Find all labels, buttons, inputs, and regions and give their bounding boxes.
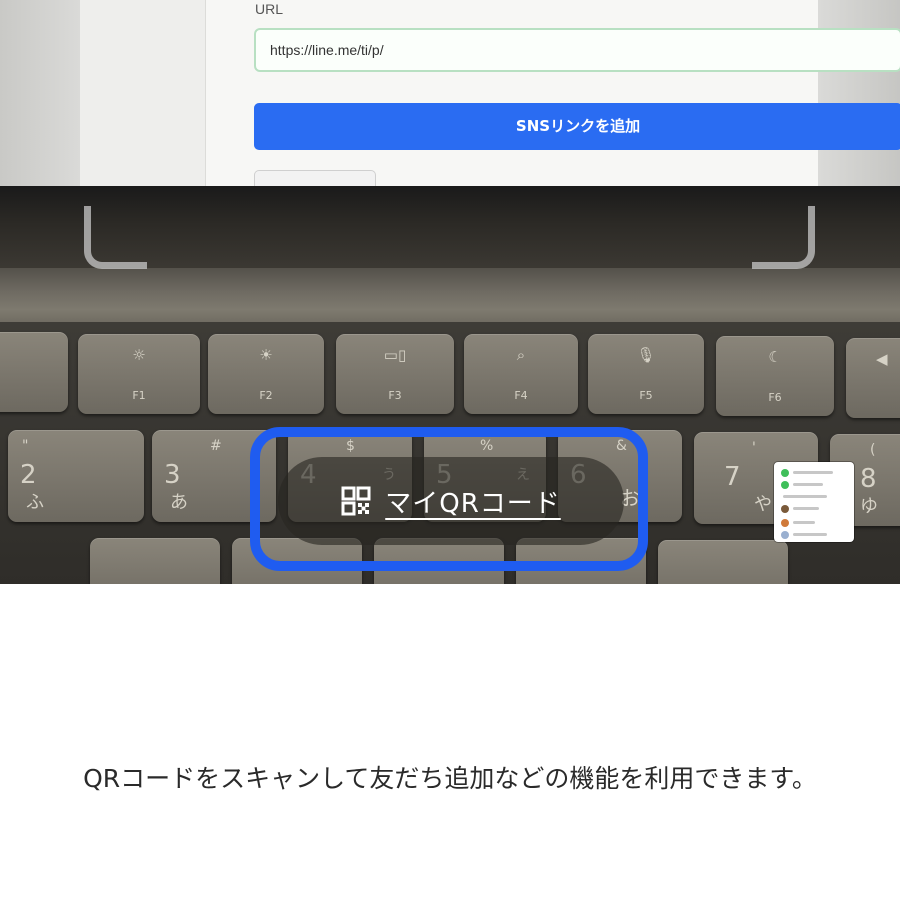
- thumb-avatar-4: [781, 519, 789, 527]
- thumb-line-1: [793, 471, 833, 474]
- thumb-line-4: [793, 507, 819, 510]
- recent-photo-thumbnail[interactable]: [774, 462, 854, 542]
- my-qr-code-button[interactable]: マイQRコード: [278, 457, 624, 545]
- thumb-line-6: [793, 533, 827, 536]
- thumb-avatar-1: [781, 469, 789, 477]
- thumb-line-3: [783, 495, 827, 498]
- scan-description: QRコードをスキャンして友だち追加などの機能を利用できます。: [83, 764, 817, 793]
- thumb-line-2: [793, 483, 823, 486]
- qr-code-icon: [341, 486, 371, 516]
- scan-frame-corner-bottom-right: [752, 206, 815, 269]
- thumb-avatar-3: [781, 505, 789, 513]
- thumb-avatar-2: [781, 481, 789, 489]
- thumb-avatar-5: [781, 531, 789, 539]
- scan-frame-corner-bottom-left: [84, 206, 147, 269]
- my-qr-code-label: マイQRコード: [385, 488, 561, 519]
- thumb-line-5: [793, 521, 815, 524]
